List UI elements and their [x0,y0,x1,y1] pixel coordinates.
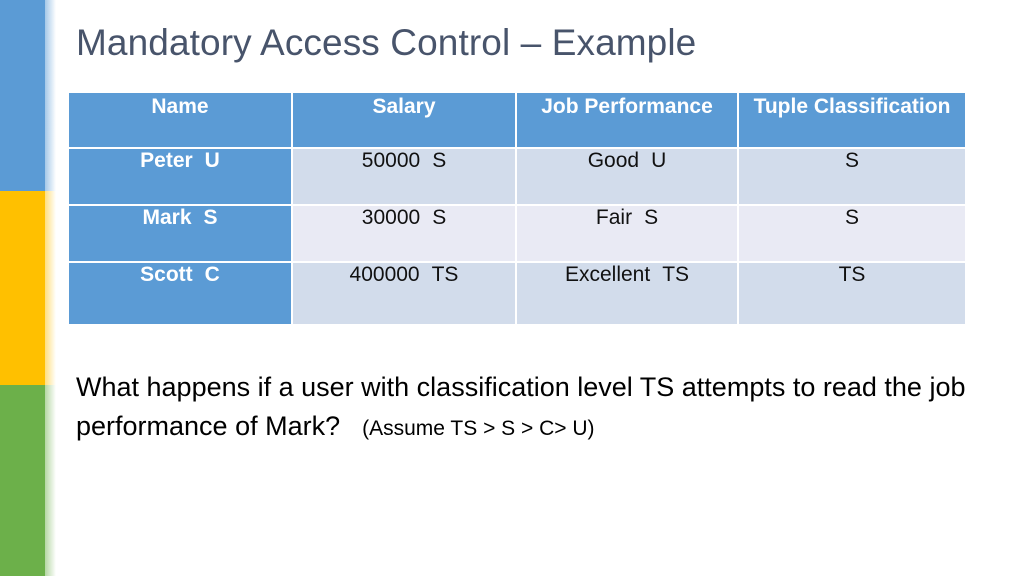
mac-example-table-wrapper: Name Salary Job Performance Tuple Classi… [67,91,965,326]
question-assumption-note: (Assume TS > S > C> U) [362,417,595,440]
table-row: Mark S 30000 S Fair S S [69,206,965,261]
cell-performance-value: Fair [595,206,633,229]
sidebar-bar-yellow-fade [45,191,56,385]
question-text: What happens if a user with classificati… [76,368,976,448]
cell-salary-label: S [432,149,447,172]
slide-title: Mandatory Access Control – Example [76,22,697,63]
table-row: Peter U 50000 S Good U S [69,149,965,204]
mac-example-table: Name Salary Job Performance Tuple Classi… [67,91,967,326]
cell-name-value: Scott [140,263,193,286]
table-header-row: Name Salary Job Performance Tuple Classi… [69,93,965,147]
cell-tuple-classification: S [739,149,965,204]
column-header-salary: Salary [293,93,515,147]
cell-performance-value: Good [587,149,640,172]
sidebar-bar-yellow [0,191,56,385]
cell-name-value: Mark [142,206,192,229]
cell-name-label: S [203,206,218,229]
sidebar-bar-green [0,385,56,576]
column-header-tuple-classification: Tuple Classification [739,93,965,147]
cell-name-value: Peter [140,149,193,172]
cell-salary-value: 30000 [361,206,421,229]
sidebar-bar-green-fade [45,385,56,576]
cell-performance-label: U [651,149,667,172]
cell-salary-label: S [432,206,447,229]
cell-performance-label: S [644,206,659,229]
cell-tuple-classification: TS [739,263,965,324]
column-header-name: Name [69,93,291,147]
sidebar-decoration [0,0,56,576]
cell-performance: Fair S [517,206,737,261]
cell-tuple-classification: S [739,206,965,261]
sidebar-bar-blue-fade [45,0,56,191]
cell-performance: Excellent TS [517,263,737,324]
cell-name-label: U [204,149,220,172]
cell-performance: Good U [517,149,737,204]
sidebar-bar-blue [0,0,56,191]
column-header-job-performance: Job Performance [517,93,737,147]
table-row: Scott C 400000 TS Excellent TS TS [69,263,965,324]
cell-name: Peter U [69,149,291,204]
cell-salary: 30000 S [293,206,515,261]
question-line-1: What happens if a user with classificati… [76,372,816,402]
cell-name: Mark S [69,206,291,261]
cell-salary-value: 400000 [349,263,420,286]
slide-canvas: Mandatory Access Control – Example Name … [0,0,1024,576]
cell-performance-value: Excellent [564,263,651,286]
cell-salary: 400000 TS [293,263,515,324]
cell-salary-value: 50000 [361,149,421,172]
cell-name-label: C [204,263,220,286]
cell-name: Scott C [69,263,291,324]
cell-salary: 50000 S [293,149,515,204]
cell-salary-label: TS [431,263,459,286]
cell-performance-label: TS [662,263,690,286]
